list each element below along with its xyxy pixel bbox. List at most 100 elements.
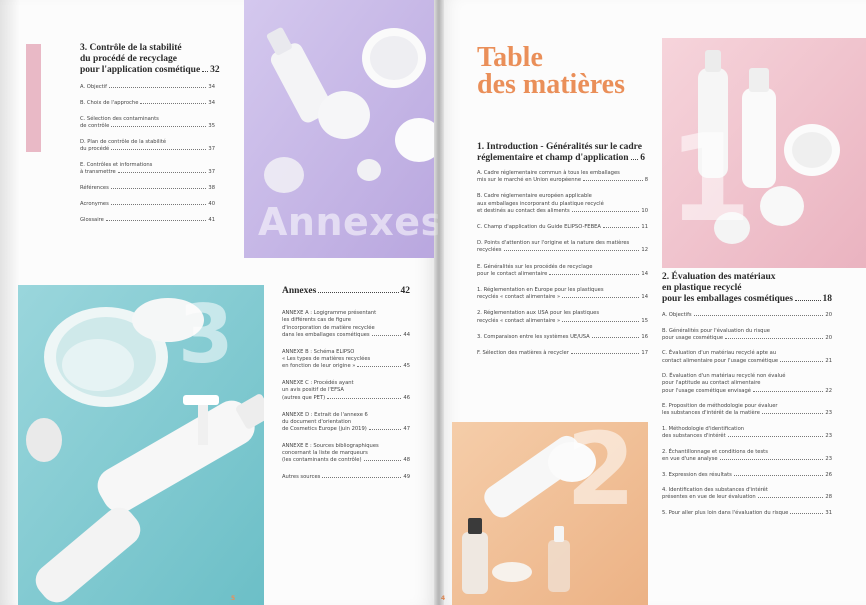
toc-entry-label: à transmettre — [80, 169, 116, 176]
dot-leader — [630, 159, 639, 160]
toc-entry[interactable]: Autres sources 49 — [282, 474, 410, 481]
toc-entry-label: recyclés « contact alimentaire » — [477, 317, 561, 324]
toc-entry[interactable]: 5. Pour aller plus loin dans l'évaluatio… — [662, 510, 832, 517]
toc-entry-label: de contrôle — [80, 122, 110, 129]
toc-entry[interactable]: B. Cadre réglementaire européen applicab… — [477, 193, 648, 215]
toc-entry[interactable]: 4. Identification des substances d'intér… — [662, 487, 832, 502]
section-title-line: du procédé de recyclage — [80, 54, 178, 64]
toc-entry-label: 3. Expression des résultats — [662, 471, 732, 478]
toc-entry-label: A. Objectif — [80, 84, 107, 90]
section-page-number: 32 — [210, 65, 220, 75]
toc-entry-page-number: 20 — [825, 312, 832, 318]
toc-entry[interactable]: 3. Comparaison entre les systèmes UE/USA… — [477, 334, 648, 341]
toc-entry-line: aux emballages incorporant du plastique … — [477, 200, 604, 207]
toc-entry-label: Autres sources — [282, 474, 321, 481]
toc-entry-line: B. Cadre réglementaire européen applicab… — [477, 193, 592, 200]
toc-entry-page-number: 40 — [208, 200, 215, 207]
toc-entry-line: D. Évaluation d'un matériau recyclé non … — [662, 373, 786, 380]
toc-entry-label: pour usage cosmétique — [662, 334, 724, 341]
toc-entry[interactable]: E. Proposition de méthodologie pour éval… — [662, 403, 832, 418]
toc-entry-line: ANNEXE B : Schéma ELIPSO — [282, 348, 355, 355]
toc-entry[interactable]: 3. Expression des résultats 26 — [662, 472, 832, 479]
toc-entry-line: les différents cas de figure — [282, 317, 351, 324]
toc-entry-label: Acronymes — [80, 200, 109, 207]
toc-entry-page-number: 47 — [403, 426, 410, 433]
toc-entry[interactable]: 1. Méthodologie d'identification des subs… — [662, 426, 832, 441]
toc-entry[interactable]: ANNEXE A : Logigramme présentant les diff… — [282, 310, 410, 339]
toc-entry-label: et destinés au contact des aliments — [477, 207, 570, 214]
dot-leader — [111, 148, 207, 150]
toc-entry[interactable]: E. Contrôles et informations à transmettr… — [80, 162, 215, 177]
toc-entry-page-number: 37 — [208, 169, 215, 176]
toc-entry[interactable]: A. Objectif 34 — [80, 84, 215, 91]
toc-heading: Table des matières — [477, 44, 625, 99]
toc-entry-page-number: 49 — [403, 474, 410, 481]
toc-entry-label: les substances d'intérêt de la matière — [662, 410, 760, 417]
toc-entry[interactable]: 2. Réglementation aux USA pour les plast… — [477, 310, 648, 325]
toc-entry[interactable]: 2. Échantillonnage et conditions de test… — [662, 449, 832, 464]
toc-entry-label: dans les emballages cosmétiques — [282, 331, 370, 338]
toc-entry-label: (autres que PET) — [282, 394, 326, 401]
toc-entry[interactable]: C. Sélection des contaminants de contrôle… — [80, 116, 215, 131]
toc-entry-line: E. Généralités sur les procédés de recyc… — [477, 263, 593, 270]
section-page-number: 6 — [640, 153, 645, 163]
toc-entry[interactable]: A. Objectifs 20 — [662, 312, 832, 319]
toc-entry[interactable]: A. Cadre réglementaire commun à tous les… — [477, 170, 648, 185]
toc-entry-page-number: 45 — [403, 363, 410, 370]
dot-leader — [357, 366, 402, 368]
toc-entry-label: C. Champ d'application du Guide ELIPSO-F… — [477, 224, 601, 231]
toc-entry[interactable]: F. Sélection des matières à recycler 17 — [477, 350, 648, 357]
toc-entry-label: pour l'usage cosmétique envisagé — [662, 387, 751, 394]
toc-entry-label: Références — [80, 184, 109, 191]
toc-entry-line: D. Points d'attention sur l'origine et l… — [477, 240, 630, 247]
pink-accent-strip — [26, 44, 41, 152]
section-title: 3. Contrôle de la stabilité du procédé de… — [80, 43, 220, 76]
toc-entry-label: (les contaminants de contrôle) — [282, 457, 362, 464]
dot-leader — [562, 297, 640, 299]
dot-leader — [571, 210, 640, 212]
toc-entry-label: recyclées — [477, 247, 502, 254]
toc-entry-line: « Les types de matières recyclées — [282, 355, 371, 362]
toc-entry-page-number: 10 — [641, 207, 648, 214]
toc-entry-label: recyclés « contact alimentaire » — [477, 294, 561, 301]
toc-entry[interactable]: C. Champ d'application du Guide ELIPSO-F… — [477, 224, 648, 231]
section-title: 1. Introduction - Généralités sur le cad… — [477, 142, 645, 164]
right-page: 1 2 Table des matières 1. Introduction -… — [438, 0, 866, 605]
toc-entry[interactable]: B. Choix de l'approche 34 — [80, 100, 215, 107]
toc-entry[interactable]: D. Plan de contrôle de la stabilité du pr… — [80, 139, 215, 154]
toc-entry-line: un avis positif de l'EFSA — [282, 387, 344, 394]
dot-leader — [322, 477, 402, 479]
toc-entry-page-number: 38 — [208, 184, 215, 191]
toc-entry-page-number: 17 — [641, 349, 648, 356]
toc-entry[interactable]: E. Généralités sur les procédés de recyc… — [477, 264, 648, 279]
dot-leader — [503, 250, 640, 252]
toc-entry-line: pour l'aptitude au contact alimentaire — [662, 380, 761, 387]
dot-leader — [140, 102, 207, 104]
toc-entry[interactable]: D. Évaluation d'un matériau recyclé non … — [662, 373, 832, 395]
toc-entry-label: des substances d'intérêt — [662, 433, 726, 440]
toc-entry-label: de Cosmetics Europe (juin 2019) — [282, 426, 367, 433]
toc-entry-label: B. Choix de l'approche — [80, 99, 139, 106]
toc-entry[interactable]: ANNEXE D : Extrait de l'annexe 6 du docum… — [282, 412, 410, 434]
toc-entry-line: E. Contrôles et informations — [80, 161, 153, 168]
annexes-overlay-text: Annexes — [258, 200, 444, 244]
toc-entry[interactable]: Références 38 — [80, 185, 215, 192]
toc-entry[interactable]: Glossaire 41 — [80, 217, 215, 224]
toc-entry-page-number: 48 — [403, 457, 410, 464]
toc-entry[interactable]: ANNEXE C : Procédés ayant un avis positif… — [282, 380, 410, 402]
toc-entry[interactable]: ANNEXE E : Sources bibliographiques conce… — [282, 443, 410, 465]
toc-entry[interactable]: C. Évaluation d'un matériau recyclé apte… — [662, 350, 832, 365]
dot-leader — [368, 429, 402, 431]
toc-entry-label: Glossaire — [80, 216, 104, 223]
toc-entry-label: en fonction de leur origine » — [282, 363, 356, 370]
toc-entry-line: 2. Réglementation aux USA pour les plast… — [477, 310, 600, 317]
toc-entry-page-number: 28 — [825, 494, 832, 501]
toc-entry[interactable]: B. Généralités pour l'évaluation du risq… — [662, 328, 832, 343]
toc-entry-page-number: 20 — [825, 334, 832, 341]
toc-entry[interactable]: 1. Réglementation en Europe pour les pla… — [477, 287, 648, 302]
toc-entry[interactable]: ANNEXE B : Schéma ELIPSO « Les types de m… — [282, 349, 410, 371]
toc-entry[interactable]: D. Points d'attention sur l'origine et l… — [477, 240, 648, 255]
dot-leader — [733, 474, 824, 476]
dot-leader — [371, 334, 402, 336]
toc-entry[interactable]: Acronymes 40 — [80, 201, 215, 208]
